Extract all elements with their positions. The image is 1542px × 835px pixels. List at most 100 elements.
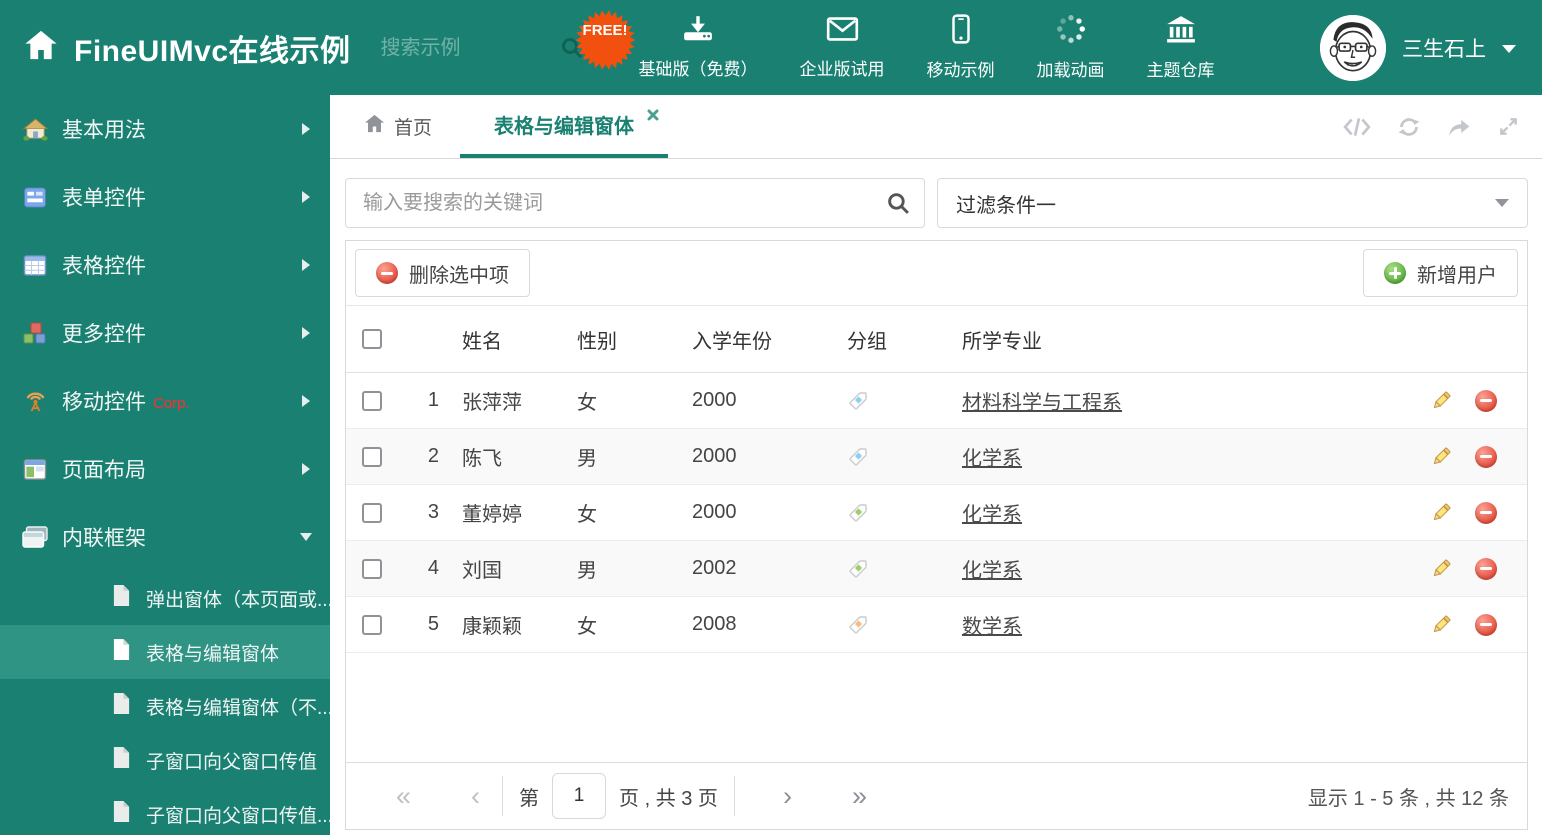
last-page-button[interactable]: » [846, 782, 873, 810]
row-checkbox[interactable] [362, 502, 382, 523]
sidebar-subitem-label: 弹出窗体（本页面或... [146, 589, 330, 611]
sidebar-subitem-label: 表格与编辑窗体（不... [146, 697, 330, 719]
delete-row-button[interactable] [1475, 501, 1497, 524]
mobile-icon [951, 14, 971, 49]
nav-item-mobile-demo[interactable]: 移动示例 [906, 14, 1016, 81]
major-link[interactable]: 化学系 [962, 560, 1022, 582]
add-user-button[interactable]: 新增用户 [1363, 249, 1518, 297]
cell-year: 2000 [692, 445, 737, 467]
nav-item-basic-edition[interactable]: FREE! 基础版（免费） [575, 10, 779, 81]
keyword-search-input[interactable] [361, 179, 865, 227]
frames-icon [22, 526, 48, 548]
page-suffix: 页 , 共 3 页 [619, 787, 718, 810]
prev-page-button[interactable]: ‹ [465, 782, 486, 810]
column-header-group[interactable]: 分组 [847, 325, 962, 354]
row-checkbox[interactable] [362, 446, 382, 467]
add-user-label: 新增用户 [1417, 264, 1497, 287]
search-icon[interactable] [560, 36, 584, 65]
filter-dropdown[interactable]: 过滤条件一 [937, 178, 1528, 228]
sidebar-item-form-controls[interactable]: 表单控件 [0, 163, 330, 231]
close-icon[interactable] [647, 104, 659, 127]
sidebar-subitem-grid-edit-window-2[interactable]: 表格与编辑窗体（不... [0, 679, 330, 733]
row-checkbox[interactable] [362, 390, 382, 411]
share-icon[interactable] [1447, 116, 1471, 138]
edit-row-button[interactable] [1430, 502, 1452, 524]
cell-year: 2000 [692, 389, 737, 411]
main-area: 首页 表格与编辑窗体 输入要搜索的关键词 过滤条件一 删除选中项 新增用户 姓名… [330, 95, 1542, 835]
sidebar-item-basic-usage[interactable]: 基本用法 [0, 95, 330, 163]
cubes-icon [22, 321, 48, 345]
edit-row-button[interactable] [1430, 558, 1452, 580]
sidebar-item-more-controls[interactable]: 更多控件 [0, 299, 330, 367]
expand-icon[interactable] [1497, 115, 1520, 138]
file-icon [112, 800, 131, 829]
delete-selected-button[interactable]: 删除选中项 [355, 249, 530, 297]
first-page-button[interactable]: « [390, 782, 417, 810]
sidebar-subitem-popup-window[interactable]: 弹出窗体（本页面或... [0, 571, 330, 625]
search-icon[interactable] [886, 191, 911, 221]
sidebar-item-mobile-controls[interactable]: 移动控件 Corp. [0, 367, 330, 435]
keyword-search-box [345, 178, 925, 228]
refresh-icon[interactable] [1397, 115, 1421, 139]
edit-row-button[interactable] [1430, 390, 1452, 412]
tag-icon [849, 447, 867, 466]
sidebar-item-inline-frame[interactable]: 内联框架 [0, 503, 330, 571]
major-link[interactable]: 化学系 [962, 448, 1022, 470]
nav-item-enterprise-trial[interactable]: 企业版试用 [779, 14, 906, 81]
select-all-checkbox[interactable] [362, 329, 382, 349]
brand[interactable]: FineUIMvc在线示例 [24, 26, 351, 70]
table-icon [22, 254, 48, 276]
app-root: FineUIMvc在线示例 FREE! [0, 0, 1542, 835]
cell-year: 2008 [692, 613, 737, 635]
row-checkbox[interactable] [362, 614, 382, 635]
download-icon [682, 15, 714, 48]
column-header-gender[interactable]: 性别 [577, 325, 692, 354]
sidebar-subitem-child-to-parent-2[interactable]: 子窗口向父窗口传值... [0, 787, 330, 835]
file-icon [112, 692, 131, 721]
next-page-button[interactable]: › [777, 782, 798, 810]
house-icon [22, 117, 48, 141]
table-header-row: 姓名 性别 入学年份 分组 所学专业 [346, 306, 1527, 373]
filter-dropdown-value: 过滤条件一 [956, 194, 1056, 217]
cell-gender: 女 [577, 616, 597, 638]
table-row: 3 董婷婷 女 2000 化学系 [346, 485, 1527, 541]
edit-row-button[interactable] [1430, 614, 1452, 636]
code-icon[interactable] [1343, 116, 1371, 138]
page-number-input[interactable] [552, 773, 607, 819]
chevron-down-icon [1502, 45, 1516, 53]
header-search-input[interactable] [378, 27, 543, 70]
row-number: 3 [427, 501, 439, 523]
chevron-right-icon [302, 123, 310, 135]
column-header-year[interactable]: 入学年份 [692, 325, 847, 354]
tab-grid-edit-window[interactable]: 表格与编辑窗体 [460, 95, 669, 158]
file-icon [112, 638, 131, 667]
major-link[interactable]: 材料科学与工程系 [962, 392, 1122, 414]
user-menu[interactable]: 三生石上 [1320, 14, 1516, 81]
row-checkbox[interactable] [362, 558, 382, 579]
minus-circle-icon [1475, 389, 1497, 412]
delete-row-button[interactable] [1475, 557, 1497, 580]
major-link[interactable]: 化学系 [962, 504, 1022, 526]
delete-row-button[interactable] [1475, 389, 1497, 412]
row-number: 5 [427, 613, 439, 635]
column-header-name[interactable]: 姓名 [439, 325, 577, 354]
cell-name: 康颖颖 [462, 616, 522, 638]
nav-label: 移动示例 [926, 61, 995, 80]
edit-row-button[interactable] [1430, 446, 1452, 468]
column-header-major[interactable]: 所学专业 [962, 325, 1397, 354]
cell-name: 张萍萍 [462, 392, 522, 414]
delete-row-button[interactable] [1475, 613, 1497, 636]
row-number: 1 [427, 389, 439, 411]
sidebar-item-label: 表单控件 [62, 187, 146, 210]
major-link[interactable]: 数学系 [962, 616, 1022, 638]
content-area: 过滤条件一 删除选中项 新增用户 [330, 159, 1542, 830]
sidebar-subitem-grid-edit-window[interactable]: 表格与编辑窗体 [0, 625, 330, 679]
nav-item-loading-animation[interactable]: 加载动画 [1016, 14, 1126, 81]
sidebar-subitem-child-to-parent[interactable]: 子窗口向父窗口传值 [0, 733, 330, 787]
delete-row-button[interactable] [1475, 445, 1497, 468]
sidebar-item-grid-controls[interactable]: 表格控件 [0, 231, 330, 299]
tab-label: 表格与编辑窗体 [494, 116, 635, 138]
nav-item-theme-store[interactable]: 主题仓库 [1126, 14, 1236, 81]
tab-home[interactable]: 首页 [364, 95, 432, 158]
sidebar-item-page-layout[interactable]: 页面布局 [0, 435, 330, 503]
